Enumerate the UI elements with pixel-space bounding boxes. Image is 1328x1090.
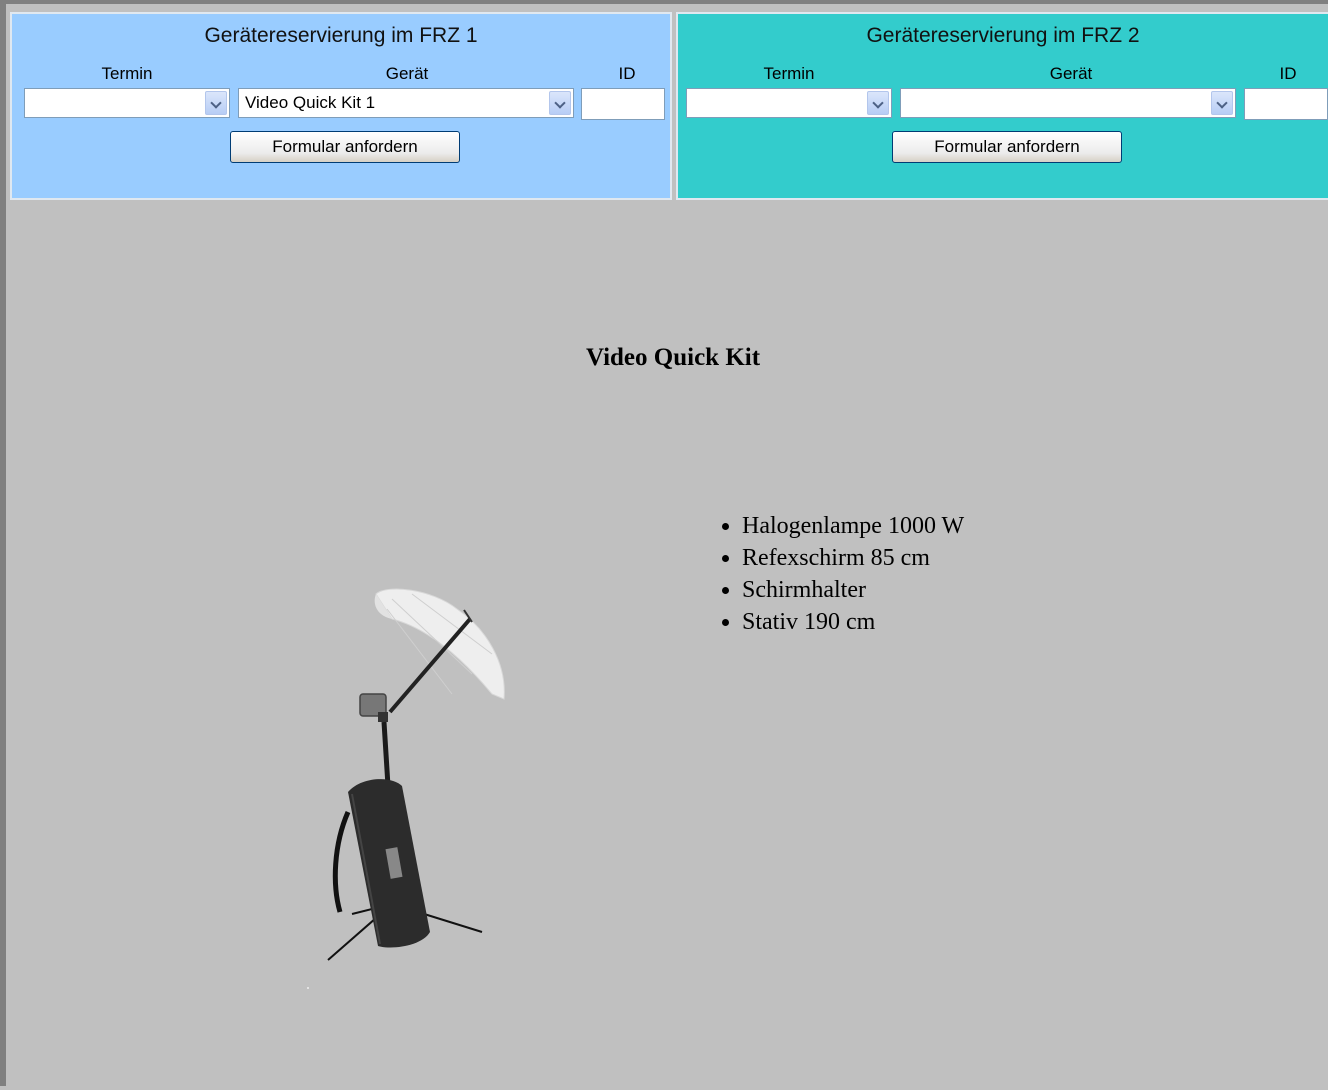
page: Gerätereservierung im FRZ 1 Termin Gerät… [0,0,1328,1086]
list-item: Stativ 190 cm [742,606,964,638]
frz2-panel: Gerätereservierung im FRZ 2 Termin Gerät… [676,12,1328,200]
chevron-down-icon[interactable] [1211,91,1233,115]
frz1-geraet-label: Gerät [385,64,429,83]
frz1-request-form-button[interactable]: Formular anfordern [230,131,460,163]
product-title: Video Quick Kit [585,344,761,371]
frz1-termin-label: Termin [101,64,153,83]
frz1-id-label: ID [618,64,636,83]
reservation-frames: Gerätereservierung im FRZ 1 Termin Gerät… [6,8,1328,204]
frz2-title: Gerätereservierung im FRZ 2 [866,24,1140,47]
chevron-down-icon[interactable] [549,91,571,115]
frz1-id-input[interactable] [581,88,665,120]
chevron-down-icon[interactable] [205,91,227,115]
list-item: Refexschirm 85 cm [742,542,964,574]
lighting-kit-umbrella-image [359,588,505,787]
chevron-down-icon[interactable] [867,91,889,115]
frz2-request-form-button[interactable]: Formular anfordern [892,131,1122,163]
frz2-id-label: ID [1279,64,1297,83]
product-content: Video Quick Kit • Halogenlampe 1000 W • … [12,204,1328,1090]
frz2-id-input[interactable] [1244,88,1328,120]
frz1-termin-select[interactable] [24,88,230,118]
frz1-panel: Gerätereservierung im FRZ 1 Termin Gerät… [10,12,672,200]
frz2-termin-label: Termin [763,64,815,83]
frz2-geraet-label: Gerät [1049,64,1093,83]
spec-list: Halogenlampe 1000 W Refexschirm 85 cm Sc… [720,510,964,638]
list-item: Schirmhalter [742,574,964,606]
frz1-geraet-select[interactable]: Video Quick Kit 1 [238,88,574,118]
frz1-title: Gerätereservierung im FRZ 1 [204,24,478,47]
frz1-geraet-value: Video Quick Kit 1 [245,93,376,112]
frz2-termin-select[interactable] [686,88,892,118]
frz2-geraet-select[interactable] [900,88,1236,118]
tripod-bag-image [307,779,483,989]
list-item: Halogenlampe 1000 W [742,510,964,542]
